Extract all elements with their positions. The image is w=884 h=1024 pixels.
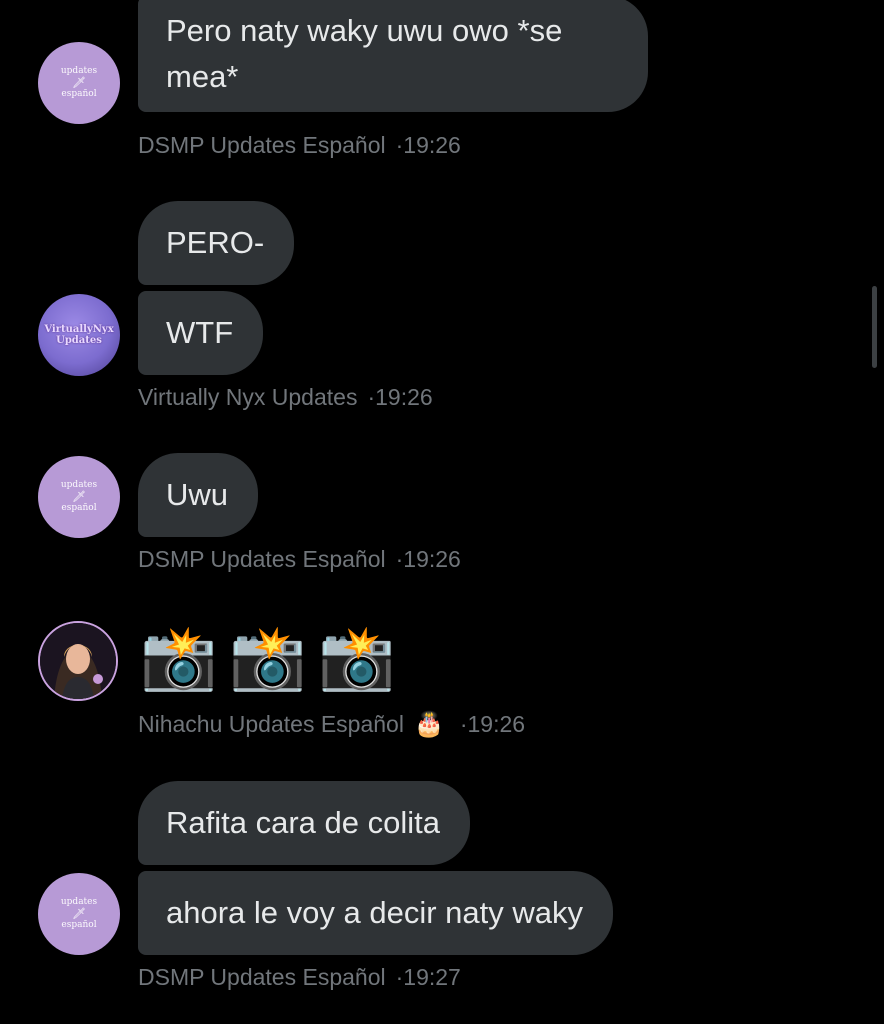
timestamp: 19:26: [375, 384, 433, 410]
timestamp: 19:26: [403, 132, 461, 158]
avatar-text: VirtuallyNyx: [44, 324, 114, 335]
avatar[interactable]: updates 🗡 español: [38, 456, 120, 538]
message-meta: DSMP Updates Español · 19:26: [138, 132, 461, 159]
avatar-text: español: [61, 89, 97, 99]
message-bubble[interactable]: PERO-: [138, 201, 295, 285]
message-text: Rafita cara de colita: [166, 805, 440, 840]
message-meta: DSMP Updates Español · 19:27: [138, 964, 461, 991]
avatar[interactable]: updates 🗡 español: [38, 873, 120, 955]
avatar-text: updates: [60, 480, 98, 490]
meta-separator: ·: [395, 546, 404, 572]
sword-icon: 🗡: [72, 77, 86, 89]
message-bubble[interactable]: Pero naty waky uwu owo *se mea*: [138, 0, 648, 112]
avatar-text: Updates: [56, 335, 102, 346]
emoji-message[interactable]: 📸 📸 📸: [140, 624, 396, 694]
meta-separator: ·: [459, 711, 468, 737]
avatar[interactable]: [38, 621, 118, 701]
message-text: PERO-: [166, 225, 265, 260]
dm-conversation: updates 🗡 español Pero naty waky uwu owo…: [0, 0, 884, 1024]
timestamp: 19:26: [467, 711, 526, 737]
camera-flash-icon: 📸: [140, 624, 218, 693]
meta-separator: ·: [395, 132, 404, 158]
message-bubble[interactable]: Rafita cara de colita: [138, 781, 470, 865]
meta-separator: ·: [367, 384, 376, 410]
profile-photo-icon: [40, 623, 116, 699]
sender-name[interactable]: Virtually Nyx Updates: [138, 384, 357, 411]
sword-icon: 🗡: [72, 491, 86, 503]
message-bubble[interactable]: WTF: [138, 291, 264, 375]
sword-icon: 🗡: [72, 908, 86, 920]
message-bubble[interactable]: ahora le voy a decir naty waky: [138, 871, 613, 955]
message-bubble[interactable]: Uwu: [138, 453, 259, 537]
cake-icon: 🎂: [413, 711, 444, 738]
meta-separator: ·: [395, 964, 404, 990]
timestamp: 19:26: [403, 546, 461, 572]
scrollbar[interactable]: [872, 286, 877, 368]
avatar-text: updates: [60, 897, 98, 907]
avatar-text: español: [61, 503, 97, 513]
avatar-text: updates: [60, 66, 98, 76]
message-text: Uwu: [166, 477, 229, 512]
avatar[interactable]: updates 🗡 español: [38, 42, 120, 124]
sender-name[interactable]: DSMP Updates Español: [138, 964, 386, 991]
message-text: WTF: [166, 315, 234, 350]
sender-name[interactable]: DSMP Updates Español: [138, 132, 386, 159]
sender-name[interactable]: DSMP Updates Español: [138, 546, 386, 573]
timestamp: 19:27: [403, 964, 461, 990]
message-meta: Nihachu Updates Español 🎂 · 19:26: [138, 710, 525, 739]
sender-name[interactable]: Nihachu Updates Español: [138, 711, 404, 738]
message-text: Pero naty waky uwu owo *se mea*: [166, 13, 563, 94]
avatar-text: español: [61, 920, 97, 930]
camera-flash-icon: 📸: [229, 624, 307, 693]
message-meta: DSMP Updates Español · 19:26: [138, 546, 461, 573]
message-text: ahora le voy a decir naty waky: [166, 895, 583, 930]
camera-flash-icon: 📸: [318, 624, 396, 693]
message-meta: Virtually Nyx Updates · 19:26: [138, 384, 433, 411]
avatar[interactable]: VirtuallyNyx Updates: [38, 294, 120, 376]
